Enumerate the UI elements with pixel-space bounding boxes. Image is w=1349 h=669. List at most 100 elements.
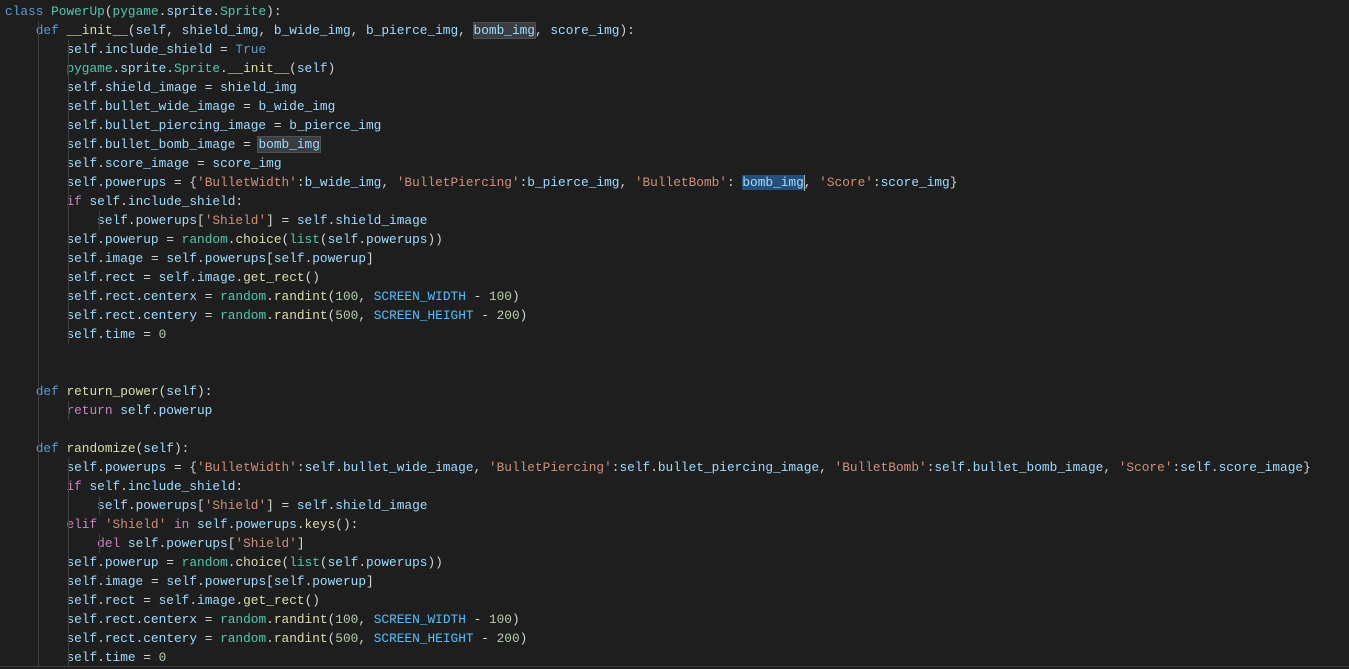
code-line[interactable]: self.bullet_bomb_image = bomb_img [5, 135, 1349, 154]
code-line[interactable] [5, 420, 1349, 439]
code-token: rect [105, 631, 136, 646]
code-line[interactable] [5, 344, 1349, 363]
code-token: , [535, 23, 543, 38]
indent-guide [38, 629, 39, 648]
code-editor[interactable]: class PowerUp(pygame.sprite.Sprite): def… [5, 2, 1349, 669]
code-token: . [297, 517, 305, 532]
code-token: ) [312, 270, 320, 285]
code-token: ) [435, 232, 443, 247]
code-token: ( [320, 555, 328, 570]
code-token: . [166, 61, 174, 76]
whitespace [151, 270, 159, 285]
whitespace [358, 23, 366, 38]
code-line[interactable]: self.time = 0 [5, 648, 1349, 667]
code-token: { [189, 175, 197, 190]
code-token: . [97, 460, 105, 475]
code-line[interactable]: self.time = 0 [5, 325, 1349, 344]
indent-guide [38, 306, 39, 325]
code-line[interactable]: def __init__(self, shield_img, b_wide_im… [5, 21, 1349, 40]
whitespace [1111, 460, 1119, 475]
code-line[interactable]: self.include_shield = True [5, 40, 1349, 59]
code-line[interactable] [5, 363, 1349, 382]
code-token: randomize [66, 441, 135, 456]
code-line[interactable]: del self.powerups['Shield'] [5, 534, 1349, 553]
whitespace [5, 327, 66, 342]
code-token: pygame [66, 61, 112, 76]
code-line[interactable]: def return_power(self): [5, 382, 1349, 401]
code-token: random [220, 289, 266, 304]
code-line[interactable]: self.rect.centery = random.randint(500, … [5, 306, 1349, 325]
code-line[interactable]: self.rect.centerx = random.randint(100, … [5, 287, 1349, 306]
code-token: score_image [105, 156, 189, 171]
code-line[interactable]: if self.include_shield: [5, 477, 1349, 496]
code-token: powerups [136, 498, 197, 513]
whitespace [5, 422, 36, 437]
code-line[interactable]: self.rect = self.image.get_rect() [5, 268, 1349, 287]
code-line[interactable]: self.score_image = score_img [5, 154, 1349, 173]
code-token: SCREEN_WIDTH [374, 612, 466, 627]
code-token: = [143, 593, 151, 608]
code-line[interactable]: elif 'Shield' in self.powerups.keys(): [5, 515, 1349, 534]
code-line[interactable]: self.image = self.powerups[self.powerup] [5, 572, 1349, 591]
code-line[interactable]: self.powerups = {'BulletWidth':self.bull… [5, 458, 1349, 477]
code-line[interactable]: self.bullet_wide_image = b_wide_img [5, 97, 1349, 116]
whitespace [366, 631, 374, 646]
code-token: = [174, 460, 182, 475]
whitespace [151, 327, 159, 342]
code-token: ( [128, 23, 136, 38]
whitespace [5, 99, 66, 114]
code-token: powerup [105, 232, 159, 247]
code-line[interactable]: self.rect = self.image.get_rect() [5, 591, 1349, 610]
code-token: self [66, 137, 97, 152]
code-token: . [97, 327, 105, 342]
whitespace [5, 498, 97, 513]
code-line[interactable]: self.powerups['Shield'] = self.shield_im… [5, 211, 1349, 230]
code-line[interactable]: if self.include_shield: [5, 192, 1349, 211]
whitespace [5, 441, 36, 456]
code-token: ) [520, 631, 528, 646]
code-line[interactable]: self.image = self.powerups[self.powerup] [5, 249, 1349, 268]
code-line[interactable]: self.shield_image = shield_img [5, 78, 1349, 97]
code-token: ( [320, 232, 328, 247]
code-token: bullet_bomb_image [105, 137, 236, 152]
code-token: self [297, 498, 328, 513]
indent-guide [38, 534, 39, 553]
code-token: __init__ [66, 23, 127, 38]
indent-guide [68, 268, 69, 287]
indent-guide [38, 325, 39, 344]
whitespace [197, 80, 205, 95]
code-line[interactable]: class PowerUp(pygame.sprite.Sprite): [5, 2, 1349, 21]
code-token: list [289, 232, 320, 247]
code-token: [ [197, 213, 205, 228]
code-token: [ [266, 574, 274, 589]
code-token: return [66, 403, 112, 418]
code-token: : [182, 441, 190, 456]
code-line[interactable]: self.powerups = {'BulletWidth':b_wide_im… [5, 173, 1349, 192]
editor-bottom-border [0, 666, 1349, 667]
whitespace [151, 650, 159, 665]
code-line[interactable]: self.powerups['Shield'] = self.shield_im… [5, 496, 1349, 515]
code-token: 500 [335, 631, 358, 646]
code-token: 100 [335, 612, 358, 627]
code-token: . [128, 498, 136, 513]
code-line[interactable]: return self.powerup [5, 401, 1349, 420]
indent-guide [68, 40, 69, 59]
code-line[interactable]: def randomize(self): [5, 439, 1349, 458]
indent-guide [68, 648, 69, 667]
code-line[interactable]: self.rect.centerx = random.randint(100, … [5, 610, 1349, 629]
indent-guide [38, 591, 39, 610]
code-line[interactable]: self.rect.centery = random.randint(500, … [5, 629, 1349, 648]
code-token: ) [520, 308, 528, 323]
whitespace [5, 612, 66, 627]
whitespace [5, 308, 66, 323]
whitespace [120, 536, 128, 551]
whitespace [212, 80, 220, 95]
code-token: ) [266, 4, 274, 19]
code-line[interactable]: self.bullet_piercing_image = b_pierce_im… [5, 116, 1349, 135]
whitespace [289, 498, 297, 513]
code-line[interactable]: self.powerup = random.choice(list(self.p… [5, 553, 1349, 572]
code-line[interactable]: pygame.sprite.Sprite.__init__(self) [5, 59, 1349, 78]
code-token: = [143, 327, 151, 342]
code-token: self [66, 650, 97, 665]
code-line[interactable]: self.powerup = random.choice(list(self.p… [5, 230, 1349, 249]
